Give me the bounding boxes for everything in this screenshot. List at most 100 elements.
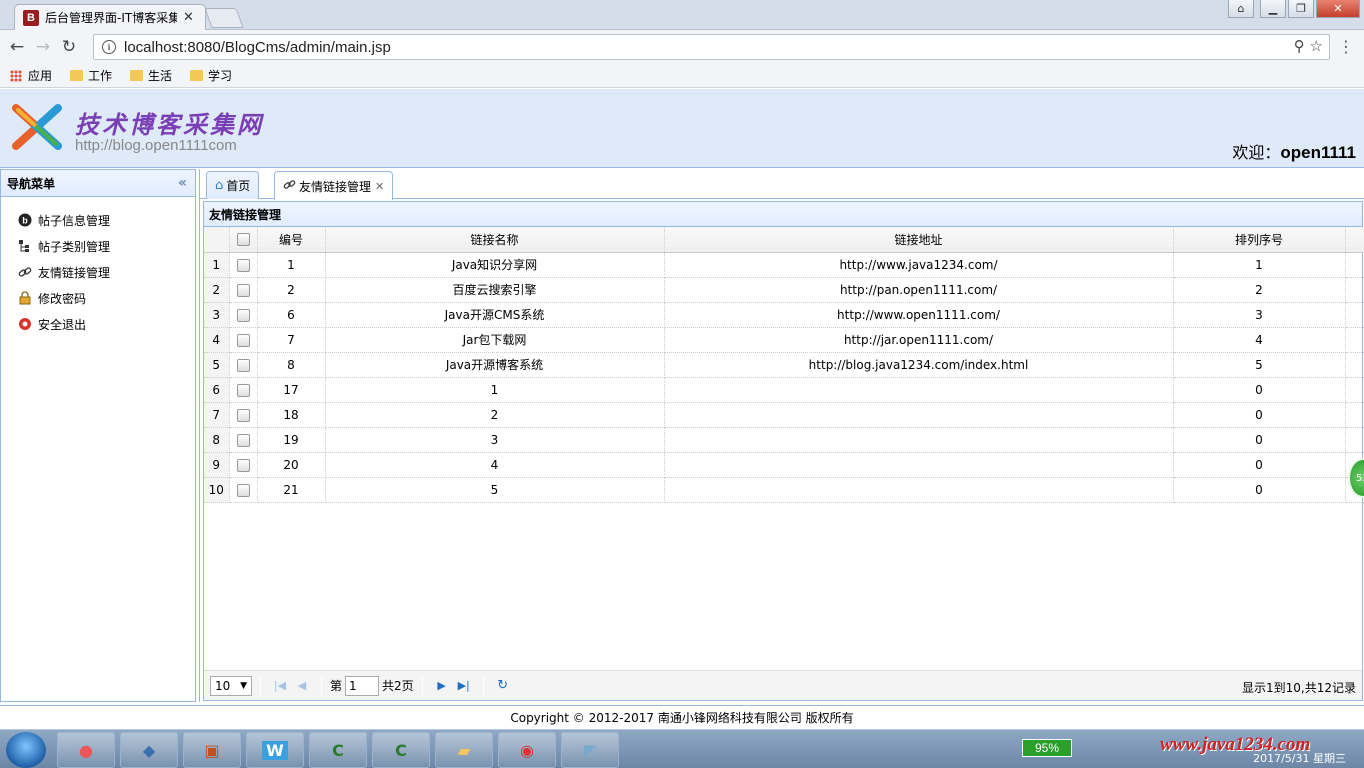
start-button[interactable] [6, 732, 46, 768]
bookmark-apps[interactable]: 应用 [10, 67, 52, 84]
row-checkbox[interactable] [236, 408, 250, 422]
table-row[interactable]: 10 21 5 0 [204, 477, 1364, 503]
cell-order: 0 [1173, 427, 1346, 453]
row-checkbox[interactable] [236, 333, 250, 347]
cell-name: Java知识分享网 [325, 252, 665, 278]
cell-url [664, 402, 1174, 428]
address-bar[interactable]: i localhost:8080/BlogCms/admin/main.jsp … [93, 34, 1330, 60]
browser-tab[interactable]: B 后台管理界面-IT博客采集 ✕ [14, 4, 206, 30]
last-page-icon[interactable]: ▶| [453, 679, 475, 692]
pager-separator [482, 676, 484, 695]
tab-links[interactable]: 友情链接管理 ✕ [274, 171, 394, 200]
app-icon: C [332, 740, 344, 760]
info-icon[interactable]: i [102, 40, 116, 54]
user-icon[interactable]: ⌂ [1228, 0, 1254, 18]
taskbar-app-6[interactable]: C [372, 732, 430, 768]
new-tab-button[interactable] [204, 8, 244, 28]
select-all-checkbox[interactable] [236, 233, 250, 247]
column-header-url[interactable]: 链接地址 [664, 227, 1174, 253]
taskbar-app-4[interactable]: W [246, 732, 304, 768]
cell-gutter [1345, 402, 1364, 428]
table-row[interactable]: 3 6 Java开源CMS系统 http://www.open1111.com/3 [204, 302, 1364, 328]
window-close-icon[interactable]: ✕ [1316, 0, 1360, 18]
back-icon[interactable]: ← [4, 37, 30, 57]
app-icon: ◆ [142, 740, 156, 760]
nav-item-password[interactable]: 修改密码 [1, 285, 195, 311]
refresh-icon[interactable]: ↻ [492, 678, 514, 693]
maximize-icon[interactable]: ❐ [1288, 0, 1314, 18]
prev-page-icon[interactable]: ◀ [291, 679, 313, 692]
column-header-id[interactable]: 编号 [257, 227, 326, 253]
row-number: 1 [204, 252, 230, 278]
taskbar-app-9[interactable]: ◩ [561, 732, 619, 768]
row-checkbox[interactable] [236, 258, 250, 272]
table-row[interactable]: 9 20 4 0 [204, 452, 1364, 478]
cell-order: 1 [1173, 252, 1346, 278]
close-tab-icon[interactable]: ✕ [375, 180, 384, 193]
table-row[interactable]: 8 19 3 0 [204, 427, 1364, 453]
nav-item-categories[interactable]: 帖子类别管理 [1, 233, 195, 259]
taskbar-app-5[interactable]: C [309, 732, 367, 768]
row-checkbox[interactable] [236, 358, 250, 372]
taskbar-app-chrome[interactable]: ◉ [498, 732, 556, 768]
dropdown-arrow-icon: ▼ [240, 680, 247, 691]
nav-item-logout[interactable]: 安全退出 [1, 311, 195, 337]
cell-id: 1 [257, 252, 326, 278]
tab-home[interactable]: ⌂ 首页 [206, 171, 260, 199]
bookmark-life[interactable]: 生活 [130, 67, 172, 84]
row-number: 2 [204, 277, 230, 303]
browser-toolbar: ← → ↻ i localhost:8080/BlogCms/admin/mai… [0, 30, 1364, 64]
cell-url: http://www.open1111.com/ [664, 302, 1174, 328]
page-size-select[interactable]: 10 ▼ [210, 675, 252, 696]
bookmark-study[interactable]: 学习 [190, 67, 232, 84]
taskbar-app-3[interactable]: ▣ [183, 732, 241, 768]
next-page-icon[interactable]: ▶ [431, 679, 453, 692]
battery-indicator[interactable]: 95% [1022, 739, 1072, 757]
first-page-icon[interactable]: |◀ [269, 679, 291, 692]
cell-order: 0 [1173, 477, 1346, 503]
forward-icon[interactable]: → [30, 37, 56, 57]
close-tab-icon[interactable]: ✕ [183, 10, 194, 25]
row-number: 6 [204, 377, 230, 403]
pagination-bar: 10 ▼ |◀ ◀ 第 1 共2页 ▶ ▶| ↻ 显示1到10,共12记录 [204, 670, 1362, 700]
row-checkbox[interactable] [236, 458, 250, 472]
row-checkbox-cell [229, 477, 258, 503]
table-row[interactable]: 7 18 2 0 [204, 402, 1364, 428]
row-checkbox[interactable] [236, 308, 250, 322]
column-header-name[interactable]: 链接名称 [325, 227, 665, 253]
taskbar-app-1[interactable]: ● [57, 732, 115, 768]
nav-item-posts[interactable]: b 帖子信息管理 [1, 207, 195, 233]
taskbar-app-7[interactable]: ▰ [435, 732, 493, 768]
welcome-label: 欢迎： [1232, 143, 1281, 162]
page-tabs: ⌂ 首页 友情链接管理 ✕ [200, 169, 1364, 200]
row-checkbox[interactable] [236, 483, 250, 497]
collapse-icon[interactable]: « [178, 175, 187, 191]
bookmark-star-icon[interactable]: ⚲ ☆ [1294, 37, 1323, 55]
table-row[interactable]: 2 2 百度云搜索引擎 http://pan.open1111.com/2 [204, 277, 1364, 303]
table-row[interactable]: 1 1 Java知识分享网 http://www.java1234.com/1 [204, 252, 1364, 278]
cell-name: Jar包下载网 [325, 327, 665, 353]
folder-icon [70, 70, 84, 81]
select-all-checkbox-cell [229, 227, 258, 253]
table-row[interactable]: 5 8 Java开源博客系统 http://blog.java1234.com/ind… [204, 352, 1364, 378]
nav-item-links[interactable]: 友情链接管理 [1, 259, 195, 285]
bookmark-work[interactable]: 工作 [70, 67, 112, 84]
taskbar-app-2[interactable]: ◆ [120, 732, 178, 768]
row-checkbox[interactable] [236, 433, 250, 447]
page-number-input[interactable]: 1 [345, 675, 380, 696]
exit-icon [18, 317, 32, 331]
nav-title: 导航菜单 [7, 176, 56, 191]
column-header-order[interactable]: 排列序号 [1173, 227, 1346, 253]
row-checkbox[interactable] [236, 283, 250, 297]
minimize-icon[interactable]: ▁ [1260, 0, 1286, 18]
nav-panel: 导航菜单 « b 帖子信息管理 帖子类别管理 友情链接管理 修改密码 安全退出 [0, 169, 196, 702]
reload-icon[interactable]: ↻ [56, 37, 82, 57]
nav-list: b 帖子信息管理 帖子类别管理 友情链接管理 修改密码 安全退出 [1, 197, 195, 337]
table-row[interactable]: 4 7 Jar包下载网 http://jar.open1111.com/4 [204, 327, 1364, 353]
row-checkbox-cell [229, 377, 258, 403]
row-checkbox[interactable] [236, 383, 250, 397]
cell-order: 0 [1173, 452, 1346, 478]
cell-id: 17 [257, 377, 326, 403]
browser-menu-icon[interactable]: ⋮ [1338, 37, 1354, 56]
table-row[interactable]: 6 17 1 0 [204, 377, 1364, 403]
